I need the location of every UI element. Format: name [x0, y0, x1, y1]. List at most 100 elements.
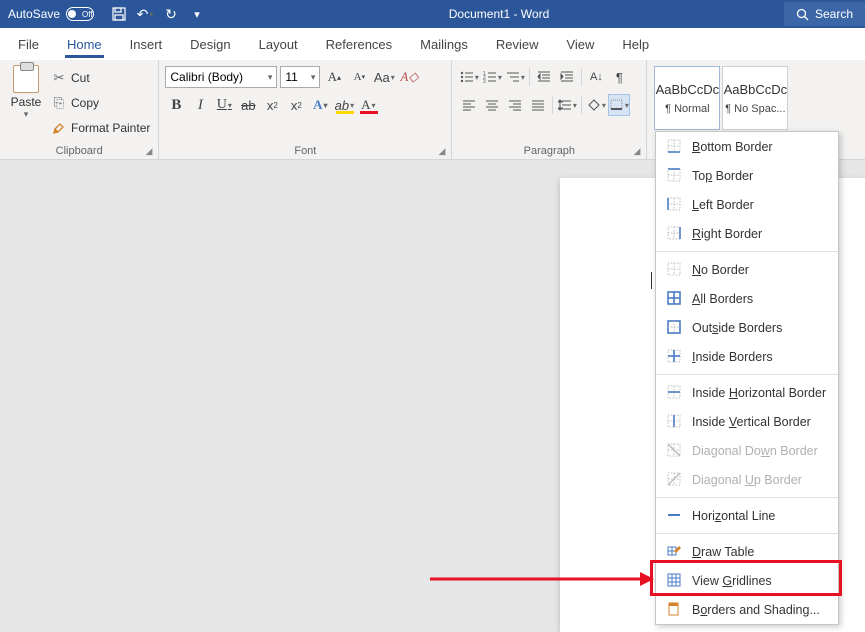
font-size-select[interactable]: 11▾ — [280, 66, 320, 88]
menu-item-label: Diagonal Down Border — [692, 444, 818, 458]
shading-button[interactable]: ▾ — [585, 94, 607, 116]
customize-qat-icon[interactable]: ▾ — [186, 3, 208, 25]
font-group: Calibri (Body)▾ 11▾ A▴ A▾ Aa▾ A◇ B I U▾ … — [159, 60, 452, 159]
menu-item-label: Inside Vertical Border — [692, 415, 811, 429]
inc-indent-button[interactable] — [556, 66, 578, 88]
menu-iv[interactable]: Inside Vertical Border — [656, 407, 838, 436]
menu-item-label: Right Border — [692, 227, 762, 241]
redo-icon[interactable]: ↻ — [160, 3, 182, 25]
border-du-icon — [666, 472, 682, 488]
menu-ih[interactable]: Inside Horizontal Border — [656, 378, 838, 407]
dialog-launcher-icon[interactable]: ◢ — [438, 146, 445, 157]
format-painter-button[interactable]: Format Painter — [52, 117, 150, 139]
menu-item-label: View Gridlines — [692, 574, 772, 588]
undo-icon[interactable]: ↶▾ — [134, 3, 156, 25]
menu-left[interactable]: Left Border — [656, 190, 838, 219]
highlight-button[interactable]: ab▾ — [333, 94, 355, 116]
dialog-launcher-icon[interactable]: ◢ — [145, 146, 152, 157]
menu-item-label: Outside Borders — [692, 321, 782, 335]
ribbon-tabs: FileHomeInsertDesignLayoutReferencesMail… — [0, 28, 865, 60]
bold-button[interactable]: B — [165, 94, 187, 116]
save-icon[interactable] — [108, 3, 130, 25]
align-left-button[interactable] — [458, 94, 480, 116]
border-left-icon — [666, 197, 682, 213]
copy-button[interactable]: ⎘Copy — [52, 92, 150, 114]
show-marks-button[interactable]: ¶ — [608, 66, 630, 88]
tab-references[interactable]: References — [312, 28, 406, 60]
menu-grid[interactable]: View Gridlines — [656, 566, 838, 595]
paste-button[interactable]: Paste ▾ — [4, 63, 48, 143]
font-color-button[interactable]: A▾ — [357, 94, 379, 116]
line-spacing-button[interactable]: ▾ — [556, 94, 578, 116]
superscript-button[interactable]: x2 — [285, 94, 307, 116]
tab-layout[interactable]: Layout — [245, 28, 312, 60]
autosave-toggle[interactable]: AutoSave Off — [0, 7, 102, 21]
text-cursor — [651, 272, 652, 289]
numbering-button[interactable]: 123▾ — [481, 66, 503, 88]
menu-right[interactable]: Right Border — [656, 219, 838, 248]
cut-button[interactable]: ✂Cut — [52, 67, 150, 89]
justify-button[interactable] — [527, 94, 549, 116]
tab-home[interactable]: Home — [53, 28, 116, 60]
quick-access-toolbar: ↶▾ ↻ ▾ — [102, 3, 214, 25]
change-case-button[interactable]: Aa▾ — [373, 66, 395, 88]
menu-draw[interactable]: Draw Table — [656, 537, 838, 566]
shrink-font-button[interactable]: A▾ — [348, 66, 370, 88]
document-title: Document1 - Word — [214, 7, 784, 21]
paragraph-group: ▾ 123▾ ▾ A↓ ¶ ▾ ▾ ▾ Para — [452, 60, 647, 159]
style-nospacing[interactable]: AaBbCcDc¶ No Spac... — [722, 66, 788, 130]
menu-bottom[interactable]: Bottom Border — [656, 132, 838, 161]
dec-indent-button[interactable] — [533, 66, 555, 88]
border-dd-icon — [666, 443, 682, 459]
brush-icon — [52, 121, 66, 135]
border-ih-icon — [666, 385, 682, 401]
borders-button[interactable]: ▾ — [608, 94, 630, 116]
tab-insert[interactable]: Insert — [116, 28, 177, 60]
text-effects-button[interactable]: A▾ — [309, 94, 331, 116]
underline-button[interactable]: U▾ — [213, 94, 235, 116]
grow-font-button[interactable]: A▴ — [323, 66, 345, 88]
menu-item-label: Inside Borders — [692, 350, 773, 364]
style-normal[interactable]: AaBbCcDc¶ Normal — [654, 66, 720, 130]
tab-design[interactable]: Design — [176, 28, 244, 60]
scissors-icon: ✂ — [52, 71, 66, 85]
clipboard-icon — [13, 65, 39, 93]
clear-formatting-button[interactable]: A◇ — [398, 66, 420, 88]
border-outside-icon — [666, 320, 682, 336]
menu-item-label: All Borders — [692, 292, 753, 306]
menu-item-label: Bottom Border — [692, 140, 773, 154]
border-bottom-icon — [666, 139, 682, 155]
menu-none[interactable]: No Border — [656, 255, 838, 284]
menu-du: Diagonal Up Border — [656, 465, 838, 494]
menu-outside[interactable]: Outside Borders — [656, 313, 838, 342]
sort-button[interactable]: A↓ — [585, 66, 607, 88]
menu-item-label: No Border — [692, 263, 749, 277]
menu-top[interactable]: Top Border — [656, 161, 838, 190]
menu-shade[interactable]: Borders and Shading... — [656, 595, 838, 624]
tab-help[interactable]: Help — [608, 28, 663, 60]
tab-file[interactable]: File — [4, 28, 53, 60]
subscript-button[interactable]: x2 — [261, 94, 283, 116]
menu-item-label: Horizontal Line — [692, 509, 775, 523]
menu-hz[interactable]: Horizontal Line — [656, 501, 838, 530]
search-box[interactable]: Search — [784, 2, 865, 26]
align-right-button[interactable] — [504, 94, 526, 116]
tab-mailings[interactable]: Mailings — [406, 28, 482, 60]
menu-inside[interactable]: Inside Borders — [656, 342, 838, 371]
multilevel-button[interactable]: ▾ — [504, 66, 526, 88]
strikethrough-button[interactable]: ab — [237, 94, 259, 116]
bullets-button[interactable]: ▾ — [458, 66, 480, 88]
tab-review[interactable]: Review — [482, 28, 553, 60]
align-center-button[interactable] — [481, 94, 503, 116]
menu-dd: Diagonal Down Border — [656, 436, 838, 465]
border-grid-icon — [666, 573, 682, 589]
italic-button[interactable]: I — [189, 94, 211, 116]
tab-view[interactable]: View — [552, 28, 608, 60]
dialog-launcher-icon[interactable]: ◢ — [633, 146, 640, 157]
border-inside-icon — [666, 349, 682, 365]
font-name-select[interactable]: Calibri (Body)▾ — [165, 66, 277, 88]
border-top-icon — [666, 168, 682, 184]
clipboard-group: Paste ▾ ✂Cut ⎘Copy Format Painter Clipbo… — [0, 60, 159, 159]
menu-all[interactable]: All Borders — [656, 284, 838, 313]
menu-item-label: Inside Horizontal Border — [692, 386, 826, 400]
